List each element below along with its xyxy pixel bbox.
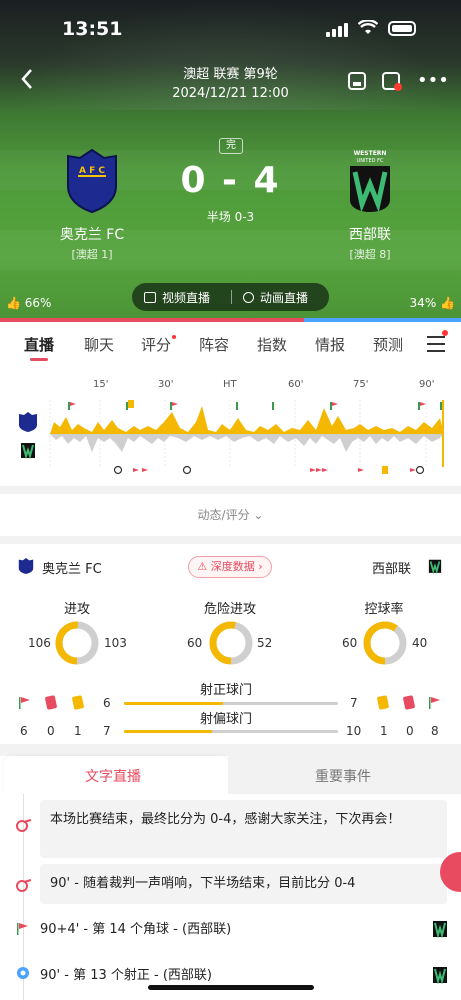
tab-key-events[interactable]: 重要事件 <box>315 766 371 786</box>
record-icon[interactable] <box>381 70 403 92</box>
tab-prediction[interactable]: 预测 <box>373 334 403 355</box>
half-time-score: 半场 0-3 <box>206 210 255 224</box>
feed-item: 90' - 第 13 个射正 - (西部联) <box>40 968 212 983</box>
attack-away: 103 <box>104 636 127 650</box>
off-target-label: 射偏球门 <box>200 712 253 727</box>
rating-badge-dot <box>172 335 176 339</box>
corners-away: 8 <box>431 724 439 738</box>
red-card-icon <box>44 695 58 710</box>
red-away: 0 <box>406 724 414 738</box>
stats-home-name: 奥克兰 FC <box>42 562 102 577</box>
away-team-logo-small <box>428 559 442 574</box>
stats-away-name: 西部联 <box>372 562 412 577</box>
home-team-name: 奥克兰 FC <box>59 227 125 243</box>
signal-icon <box>326 23 350 37</box>
red-card-icon <box>402 695 416 710</box>
off-target-bar <box>124 730 338 733</box>
danger-home: 60 <box>187 636 203 650</box>
attack-donut <box>55 621 99 665</box>
feed-item: 90+4' - 第 14 个角球 - (西部联) <box>40 922 232 937</box>
tab-live[interactable]: 直播 <box>24 334 54 355</box>
yellow-card-icon <box>71 695 85 710</box>
status-bar: 13:51 <box>0 18 461 46</box>
corner-flag-icon <box>16 922 30 940</box>
match-timeline[interactable]: 15' 30' HT 60' 75' 90' <box>0 367 461 486</box>
attack-home: 106 <box>28 636 51 650</box>
thumb-up-icon: 👍 <box>6 296 21 310</box>
dynamics-toggle[interactable]: 动态/评分 ⌄ <box>0 494 461 536</box>
possession-donut <box>363 621 407 665</box>
on-target-home: 6 <box>103 696 111 710</box>
feed-item: 本场比赛结束，最终比分为 0-4，感谢大家关注，下次再会！ <box>40 800 447 858</box>
wifi-icon <box>357 19 379 41</box>
momentum-chart <box>49 400 444 475</box>
red-home: 0 <box>47 724 55 738</box>
corners-home: 6 <box>20 724 28 738</box>
off-target-home: 7 <box>103 724 111 738</box>
warning-icon: ⚠ <box>197 560 208 573</box>
away-team-logo-small <box>433 921 447 938</box>
away-team-name: 西部联 <box>349 227 391 243</box>
home-team-logo-small <box>19 412 37 432</box>
tab-odds[interactable]: 指数 <box>257 334 287 355</box>
chevron-down-icon: ⌄ <box>253 508 264 522</box>
away-support[interactable]: 34% 👍 <box>410 296 455 310</box>
match-header: 13:51 澳超 联赛 第9轮 2024/12/21 12:00 ••• A F… <box>0 0 461 320</box>
animation-live-button[interactable]: 动画直播 <box>243 289 308 306</box>
play-icon <box>144 292 156 303</box>
deep-data-button[interactable]: ⚠ 深度数据 › <box>188 556 272 578</box>
possession-home: 60 <box>342 636 358 650</box>
away-team-rank: [澳超 8] <box>349 248 391 261</box>
active-tab-indicator <box>30 358 48 361</box>
whistle-icon <box>16 818 32 836</box>
svg-text:WESTERN: WESTERN <box>354 150 387 157</box>
danger-donut <box>209 621 253 665</box>
feed-item: 90' - 随着裁判一声哨响，下半场结束，目前比分 0-4 <box>40 864 447 904</box>
clock: 13:51 <box>62 18 123 40</box>
tab-chat[interactable]: 聊天 <box>84 334 114 355</box>
menu-icon[interactable] <box>427 336 445 357</box>
thumb-up-icon: 👍 <box>440 296 455 310</box>
home-team-logo-small <box>18 558 34 574</box>
shot-on-target-icon <box>16 966 30 984</box>
battery-icon <box>388 21 416 36</box>
attack-label: 进攻 <box>63 602 90 617</box>
danger-label: 危险进攻 <box>203 602 256 617</box>
on-target-label: 射正球门 <box>200 683 253 698</box>
live-buttons: 视频直播 动画直播 <box>132 283 329 311</box>
on-target-bar <box>124 702 338 705</box>
match-score: 0 - 4 <box>180 160 281 201</box>
corner-flag-icon <box>19 697 30 709</box>
main-tabs: 直播 聊天 评分 阵容 指数 情报 预测 <box>0 322 461 367</box>
tv-cast-icon[interactable] <box>347 70 369 92</box>
possession-away: 40 <box>412 636 428 650</box>
menu-badge-dot <box>442 330 448 336</box>
yellow-home: 1 <box>74 724 82 738</box>
tab-text-live[interactable]: 文字直播 <box>85 766 141 786</box>
tab-rating[interactable]: 评分 <box>141 334 171 355</box>
corner-flag-icon <box>429 697 440 709</box>
tab-intel[interactable]: 情报 <box>315 334 345 355</box>
text-live-feed: 本场比赛结束，最终比分为 0-4，感谢大家关注，下次再会！ 90' - 随着裁判… <box>0 794 461 1000</box>
home-indicator[interactable] <box>148 985 314 990</box>
animation-icon <box>243 292 254 303</box>
home-support[interactable]: 👍 66% <box>6 296 51 310</box>
video-live-button[interactable]: 视频直播 <box>144 289 210 306</box>
away-team-logo-small <box>433 967 447 984</box>
match-status-badge: 完 <box>219 138 243 154</box>
possession-label: 控球率 <box>364 602 404 617</box>
yellow-card-icon <box>376 695 390 710</box>
match-stats: 奥克兰 FC ⚠ 深度数据 › 西部联 进攻 危险进攻 控球率 106 103 … <box>0 544 461 744</box>
home-team-rank: [澳超 1] <box>71 248 113 261</box>
feed-tabs: 文字直播 重要事件 <box>0 756 461 794</box>
off-target-away: 10 <box>346 724 362 738</box>
danger-away: 52 <box>257 636 273 650</box>
more-icon[interactable]: ••• <box>417 72 449 100</box>
away-team-logo-small <box>21 443 35 459</box>
whistle-icon <box>16 878 32 896</box>
on-target-away: 7 <box>350 696 358 710</box>
tab-lineup[interactable]: 阵容 <box>199 334 229 355</box>
yellow-away: 1 <box>380 724 388 738</box>
